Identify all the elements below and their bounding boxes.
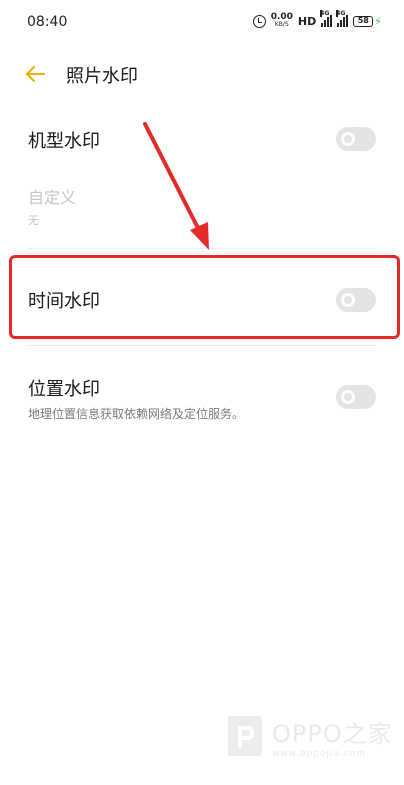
oppo-home-logo-icon bbox=[228, 716, 262, 756]
location-watermark-description: 地理位置信息获取依赖网络及定位服务。 bbox=[28, 407, 245, 421]
location-watermark-row[interactable]: 位置水印 地理位置信息获取依赖网络及定位服务。 bbox=[28, 375, 378, 422]
location-watermark-switch[interactable] bbox=[336, 385, 376, 409]
model-watermark-label: 机型水印 bbox=[28, 131, 100, 152]
location-watermark-label: 位置水印 bbox=[28, 379, 100, 400]
page-title: 照片水印 bbox=[66, 66, 138, 87]
signal-tag: 4G bbox=[336, 10, 346, 17]
title-bar: 照片水印 bbox=[0, 52, 404, 96]
alarm-icon bbox=[252, 14, 266, 28]
site-watermark: OPPO之家 www.oppojia.com bbox=[224, 712, 393, 760]
divider bbox=[28, 345, 376, 346]
model-watermark-switch[interactable] bbox=[336, 127, 376, 151]
custom-label: 自定义 bbox=[28, 188, 77, 207]
custom-value: 无 bbox=[28, 214, 39, 227]
network-speed-unit: KB/S bbox=[274, 21, 289, 28]
charging-icon: ⚡ bbox=[374, 14, 382, 28]
back-button[interactable] bbox=[24, 62, 48, 86]
custom-row: 自定义 无 bbox=[28, 184, 378, 228]
signal-tag: 4G bbox=[320, 10, 330, 17]
arrow-left-icon bbox=[26, 66, 45, 82]
network-speed: 0.00 KB/S bbox=[271, 13, 293, 29]
switch-knob bbox=[341, 390, 355, 404]
switch-knob bbox=[341, 132, 355, 146]
network-speed-value: 0.00 bbox=[270, 12, 293, 22]
divider bbox=[28, 248, 376, 249]
signal-icon: 4G bbox=[336, 10, 349, 27]
signal-icon: 4G bbox=[320, 10, 333, 27]
battery-icon: 58 ⚡ bbox=[353, 15, 382, 28]
battery-level: 58 bbox=[353, 15, 374, 27]
watermark-url: www.oppojia.com bbox=[272, 748, 367, 759]
hd-indicator: HD bbox=[297, 14, 317, 28]
model-watermark-row[interactable]: 机型水印 bbox=[28, 127, 378, 153]
status-icons: 0.00 KB/S HD 4G 4G 58 ⚡ bbox=[252, 10, 382, 29]
annotation-highlight-box bbox=[9, 255, 400, 339]
status-bar: 08:40 0.00 KB/S HD 4G 4G 58 ⚡ bbox=[0, 0, 404, 44]
watermark-brand: OPPO之家 bbox=[272, 719, 393, 748]
status-time: 08:40 bbox=[27, 14, 68, 30]
